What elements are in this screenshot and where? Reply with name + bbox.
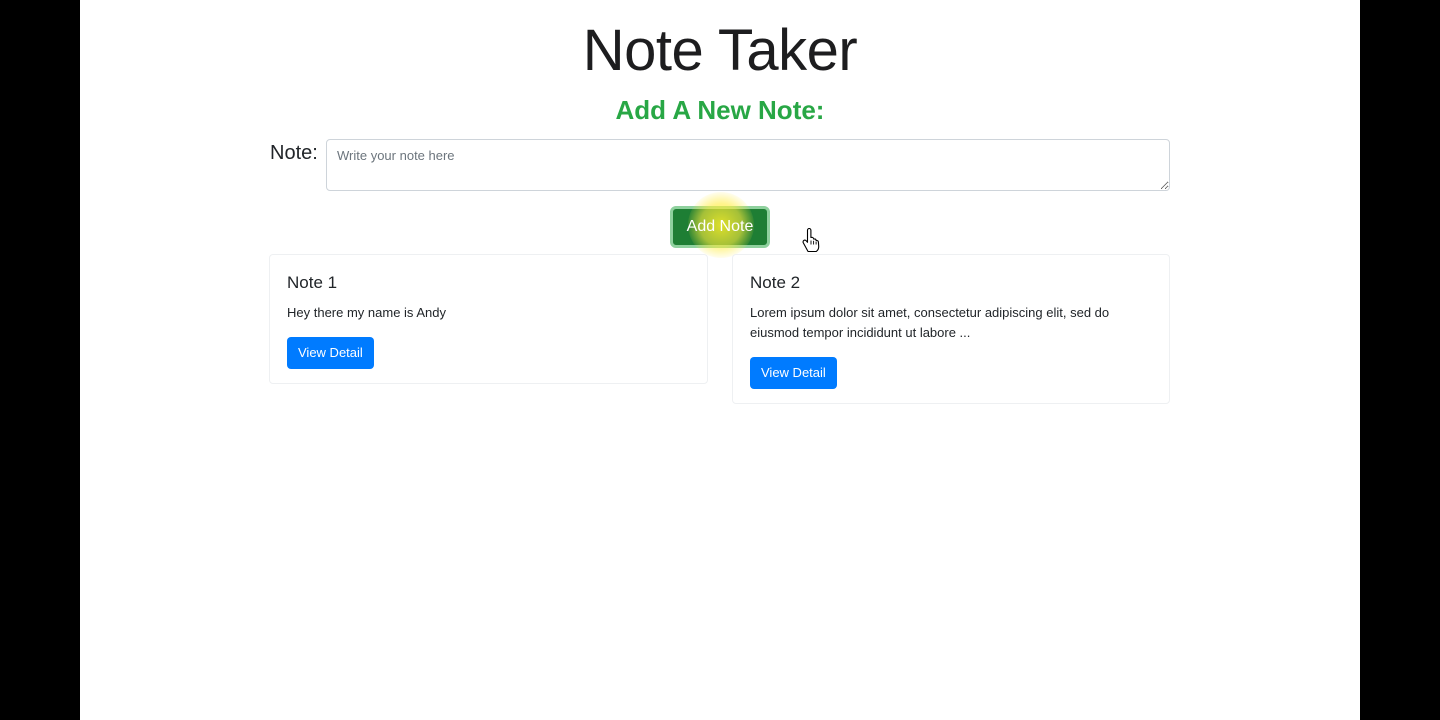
view-detail-button[interactable]: View Detail xyxy=(287,337,374,369)
note-card: Note 2 Lorem ipsum dolor sit amet, conse… xyxy=(732,254,1170,404)
add-note-button-label: Add Note xyxy=(686,218,754,235)
note-card-body: Lorem ipsum dolor sit amet, consectetur … xyxy=(750,305,1110,340)
page-title: Note Taker xyxy=(582,18,858,83)
hand-pointer-icon xyxy=(802,228,820,252)
note-card-body: Hey there my name is Andy xyxy=(287,305,446,320)
add-note-heading: Add A New Note: xyxy=(615,95,825,125)
note-label: Note: xyxy=(270,142,318,164)
note-card-title: Note 2 xyxy=(750,273,801,292)
note-card: Note 1 Hey there my name is Andy View De… xyxy=(269,254,708,384)
browser-viewport: Note Taker Add A New Note: Note: Add Not… xyxy=(80,0,1360,720)
view-detail-button[interactable]: View Detail xyxy=(750,357,837,389)
add-note-button[interactable]: Add Note xyxy=(670,206,770,248)
note-textarea[interactable] xyxy=(326,139,1170,191)
note-card-title: Note 1 xyxy=(287,273,338,292)
add-note-button-wrapper: Add Note xyxy=(670,192,770,258)
